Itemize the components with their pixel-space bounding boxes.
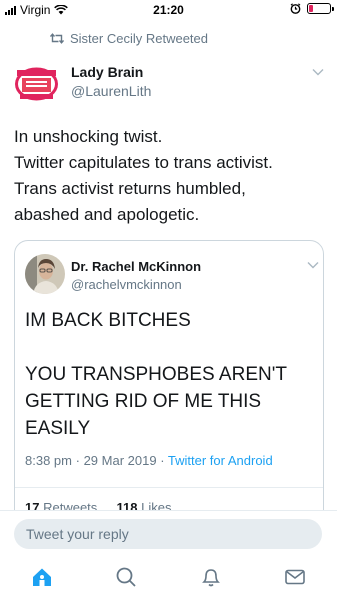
tweet-text-line: abashed and apologetic. [14,205,200,224]
tweet-text-line: Trans activist returns humbled, [14,179,246,198]
quoted-text-line: YOU TRANSPHOBES AREN'T GETTING RID OF ME… [25,364,287,439]
tweet-text: In unshocking twist. Twitter capitulates… [14,124,329,228]
home-icon[interactable] [31,566,53,588]
alarm-icon [290,3,301,14]
tweet-author-name[interactable]: Lady Brain [71,64,143,80]
retweet-icon [50,33,64,44]
quoted-avatar-photo-icon [25,254,65,294]
tab-bar [0,558,337,600]
quoted-author-handle[interactable]: @rachelvmckinnon [71,277,182,292]
avatar[interactable] [12,60,61,109]
avatar-logo-icon [12,60,61,109]
quoted-time: 8:38 pm [25,453,72,468]
retweet-context[interactable]: Sister Cecily Retweeted [50,31,208,46]
retweet-context-text: Sister Cecily Retweeted [70,31,208,46]
quoted-author-name[interactable]: Dr. Rachel McKinnon [71,259,201,274]
quoted-avatar[interactable] [25,254,65,294]
tweet-text-line: Twitter capitulates to trans activist. [14,153,273,172]
status-bar: Virgin 21:20 [0,0,337,20]
status-right [290,3,334,14]
quoted-date: 29 Mar 2019 [83,453,157,468]
search-icon[interactable] [115,566,137,588]
quoted-tweet-card[interactable]: Dr. Rachel McKinnon @rachelvmckinnon IM … [14,240,324,530]
battery-icon [307,3,334,14]
status-time: 21:20 [153,3,184,17]
quoted-source-link[interactable]: Twitter for Android [168,453,273,468]
chevron-down-icon[interactable] [312,68,324,76]
quoted-text-line: IM BACK BITCHES [25,310,191,331]
reply-input[interactable]: Tweet your reply [14,519,322,549]
quoted-tweet-meta: 8:38 pm · 29 Mar 2019 · Twitter for Andr… [25,453,273,468]
tweet-text-line: In unshocking twist. [14,127,163,146]
quoted-tweet-text: IM BACK BITCHES YOU TRANSPHOBES AREN'T G… [25,307,320,442]
tweet-author-handle[interactable]: @LaurenLith [71,83,151,99]
quoted-chevron-down-icon[interactable] [307,261,319,269]
notifications-icon[interactable] [200,566,222,588]
divider [15,487,323,488]
messages-icon[interactable] [284,566,306,588]
reply-bar: Tweet your reply [0,510,337,558]
